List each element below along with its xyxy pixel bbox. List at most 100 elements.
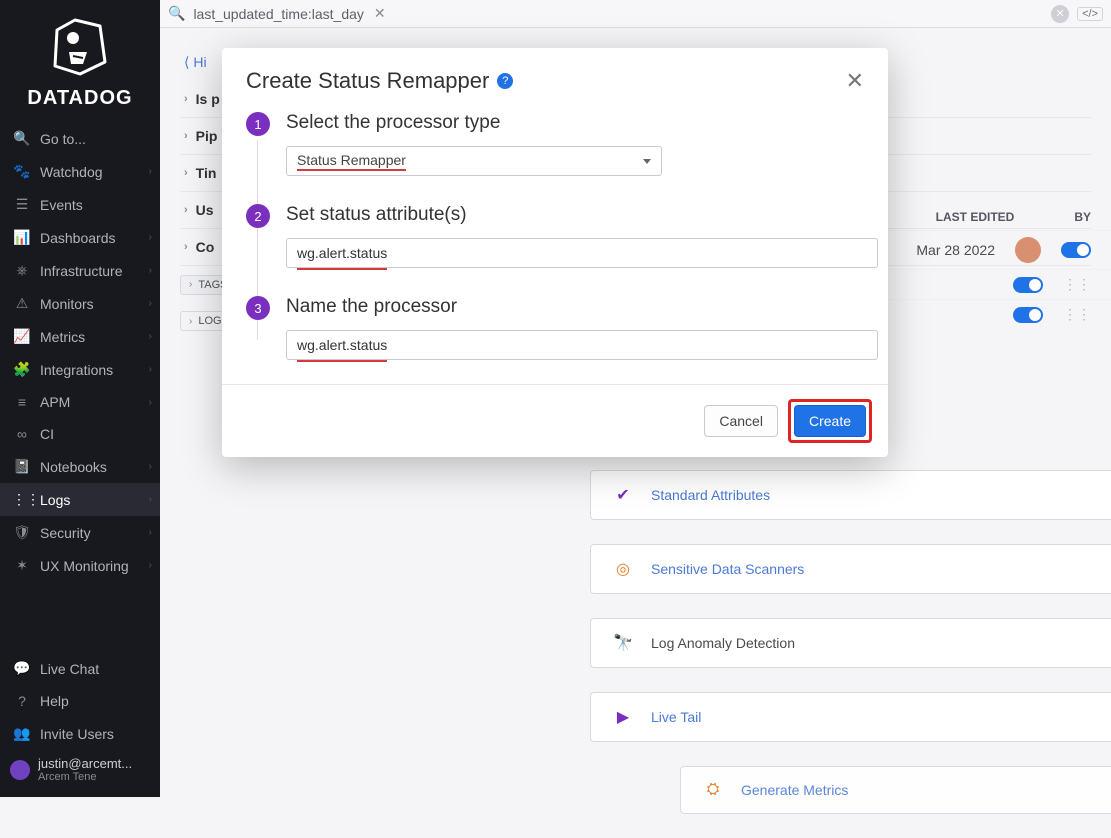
- help-icon[interactable]: ?: [497, 73, 513, 89]
- chip-remove-icon[interactable]: ✕: [374, 5, 386, 22]
- notebooks-icon: 📓: [12, 458, 32, 475]
- play-icon: ▶: [609, 707, 637, 727]
- card-log-anomaly[interactable]: 🔭 Log Anomaly Detection: [590, 618, 1111, 668]
- processor-type-select[interactable]: Status Remapper: [286, 146, 662, 176]
- nav-label: Watchdog: [40, 164, 103, 180]
- card-label: Live Tail: [651, 709, 701, 725]
- nav-integrations[interactable]: 🧩Integrations›: [0, 353, 160, 386]
- row-label: Pip: [196, 128, 218, 144]
- drag-handle-icon[interactable]: ⋮⋮: [1063, 306, 1091, 323]
- topbar: 🔍 last_updated_time:last_day ✕ ✕ </>: [160, 0, 1111, 28]
- close-icon[interactable]: ✕: [846, 68, 864, 94]
- card-standard-attributes[interactable]: ✔ Standard Attributes: [590, 470, 1111, 520]
- chevron-down-icon: [643, 159, 651, 164]
- card-label: Generate Metrics: [741, 782, 848, 798]
- breadcrumb-back[interactable]: Hi: [193, 54, 206, 70]
- nav-help[interactable]: ? Help: [0, 685, 160, 717]
- nav-label: Monitors: [40, 296, 94, 312]
- sidebar-bottom: 💬Live Chat ? Help 👥Invite Users justin@ar…: [0, 644, 160, 797]
- processor-name-input[interactable]: wg.alert.status: [286, 330, 878, 360]
- row-label: Tin: [196, 165, 217, 181]
- sidebar: DATADOG 🔍Go to... 🐾Watchdog› ☰Events 📊Da…: [0, 0, 160, 797]
- modal-title: Create Status Remapper: [246, 68, 489, 94]
- step-title: Select the processor type: [286, 112, 864, 134]
- integrations-icon: 🧩: [12, 361, 32, 378]
- step-1: 1 Select the processor type Status Remap…: [246, 112, 864, 176]
- step-2: 2 Set status attribute(s) wg.alert.statu…: [246, 204, 864, 268]
- toggle[interactable]: [1013, 277, 1043, 293]
- dashboards-icon: 📊: [12, 229, 32, 246]
- step-3: 3 Name the processor wg.alert.status: [246, 296, 864, 360]
- nav-events[interactable]: ☰Events: [0, 188, 160, 221]
- user-menu[interactable]: justin@arcemt... Arcem Tene: [0, 750, 160, 789]
- code-toggle-icon[interactable]: </>: [1077, 7, 1103, 21]
- back-icon[interactable]: ⟨: [184, 54, 189, 70]
- chat-icon: 💬: [12, 660, 32, 677]
- col-last-edited: LAST EDITED: [936, 210, 1015, 224]
- ci-icon: ∞: [12, 426, 32, 442]
- help-icon: ?: [12, 693, 32, 709]
- metrics-icon: ⛭: [699, 781, 727, 799]
- search-chip[interactable]: last_updated_time:last_day: [193, 6, 363, 22]
- pipeline-list: LAST EDITED BY Mar 28 2022 ⋮⋮ ⋮⋮: [871, 200, 1111, 329]
- nav-label: APM: [40, 394, 70, 410]
- row-date: Mar 28 2022: [916, 242, 995, 258]
- create-emphasis: Create: [788, 399, 872, 443]
- step-badge: 2: [246, 204, 270, 228]
- cancel-button[interactable]: Cancel: [704, 405, 778, 437]
- search-icon: 🔍: [12, 130, 32, 147]
- clear-search-icon[interactable]: ✕: [1051, 5, 1069, 23]
- table-row: ⋮⋮: [871, 269, 1111, 299]
- logo: DATADOG: [0, 0, 160, 122]
- avatar: [10, 760, 30, 780]
- avatar: [1015, 237, 1041, 263]
- nav-label: Help: [40, 693, 69, 709]
- toggle[interactable]: [1013, 307, 1043, 323]
- table-row: Mar 28 2022: [871, 230, 1111, 269]
- card-live-tail[interactable]: ▶ Live Tail: [590, 692, 1111, 742]
- nav-notebooks[interactable]: 📓Notebooks›: [0, 450, 160, 483]
- events-icon: ☰: [12, 196, 32, 213]
- create-button[interactable]: Create: [794, 405, 866, 437]
- nav-ci[interactable]: ∞ CI: [0, 418, 160, 450]
- nav-dashboards[interactable]: 📊Dashboards›: [0, 221, 160, 254]
- row-label: Is p: [196, 91, 220, 107]
- infrastructure-icon: ⎈: [12, 262, 32, 279]
- modal-header: Create Status Remapper ? ✕: [222, 48, 888, 112]
- nav-metrics[interactable]: 📈Metrics›: [0, 320, 160, 353]
- monitors-icon: ⚠: [12, 295, 32, 312]
- toggle[interactable]: [1061, 242, 1091, 258]
- card-sensitive-data[interactable]: ◎ Sensitive Data Scanners: [590, 544, 1111, 594]
- status-attribute-input[interactable]: wg.alert.status: [286, 238, 878, 268]
- col-by: BY: [1074, 210, 1091, 224]
- nav-infrastructure[interactable]: ⎈Infrastructure›: [0, 254, 160, 287]
- select-value: Status Remapper: [297, 152, 406, 171]
- nav-label: Metrics: [40, 329, 85, 345]
- scanner-icon: ◎: [609, 559, 637, 579]
- security-icon: 🛡: [12, 524, 32, 541]
- nav-apm[interactable]: ≡APM›: [0, 386, 160, 418]
- nav-monitors[interactable]: ⚠Monitors›: [0, 287, 160, 320]
- drag-handle-icon[interactable]: ⋮⋮: [1063, 276, 1091, 293]
- nav-invite[interactable]: 👥Invite Users: [0, 717, 160, 750]
- table-row: ⋮⋮: [871, 299, 1111, 329]
- nav-livechat[interactable]: 💬Live Chat: [0, 652, 160, 685]
- step-badge: 3: [246, 296, 270, 320]
- logs-icon: ⋮⋮: [12, 491, 32, 508]
- binoculars-icon: 🔭: [609, 633, 637, 653]
- nav-label: CI: [40, 426, 54, 442]
- user-org: Arcem Tene: [38, 771, 132, 783]
- nav-logs[interactable]: ⋮⋮Logs›: [0, 483, 160, 516]
- card-generate-metrics[interactable]: ⛭ Generate Metrics: [680, 766, 1111, 814]
- card-label: Log Anomaly Detection: [651, 635, 795, 651]
- nav-watchdog[interactable]: 🐾Watchdog›: [0, 155, 160, 188]
- nav-label: Notebooks: [40, 459, 107, 475]
- nav-label: Invite Users: [40, 726, 114, 742]
- nav-ux[interactable]: ✶UX Monitoring›: [0, 549, 160, 582]
- nav-security[interactable]: 🛡Security›: [0, 516, 160, 549]
- user-email: justin@arcemt...: [38, 756, 132, 771]
- nav-goto[interactable]: 🔍Go to...: [0, 122, 160, 155]
- watchdog-icon: 🐾: [12, 163, 32, 180]
- brand-text: DATADOG: [0, 87, 160, 110]
- card-label: Standard Attributes: [651, 487, 770, 503]
